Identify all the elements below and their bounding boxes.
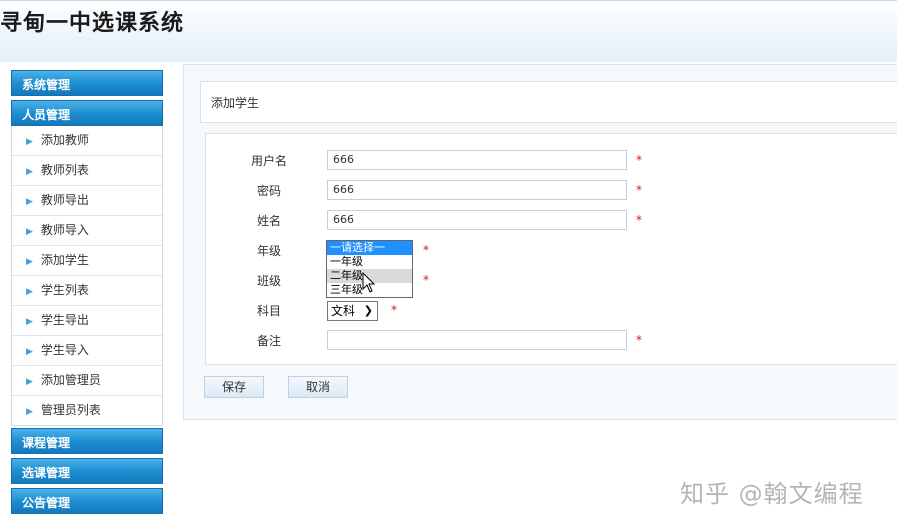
- sidebar: 系统管理 人员管理 ▶ 添加教师 ▶ 教师列表 ▶ 教师导出 ▶ 教师导入 ▶ 添加学生 …: [11, 70, 163, 518]
- grade-option-1[interactable]: 一年级: [327, 255, 412, 269]
- page-title: 添加学生: [200, 81, 897, 123]
- password-field[interactable]: 666: [327, 180, 627, 200]
- sidebar-item-label: 管理员列表: [40, 403, 101, 417]
- note-label: 备注: [256, 334, 281, 348]
- subject-select-value: 文科: [331, 304, 356, 318]
- chevron-right-icon: ▶: [26, 287, 33, 297]
- required-mark: *: [391, 303, 397, 317]
- form-row-name: 姓名 666 *: [206, 210, 886, 232]
- sidebar-item-label: 添加管理员: [40, 373, 101, 387]
- chevron-right-icon: ▶: [26, 407, 33, 417]
- required-mark: *: [423, 243, 429, 257]
- name-label: 姓名: [256, 214, 281, 228]
- cancel-button[interactable]: 取消: [288, 376, 348, 398]
- sidebar-item-add-admin[interactable]: ▶ 添加管理员: [12, 365, 162, 395]
- main-content: 添加学生 用户名 666 * 密码 666 * 姓名 666 * 年级 * 班级…: [183, 64, 897, 420]
- name-field[interactable]: 666: [327, 210, 627, 230]
- sidebar-item-label: 教师列表: [40, 163, 89, 177]
- note-field[interactable]: [327, 330, 627, 350]
- sidebar-item-label: 教师导出: [40, 193, 89, 207]
- save-button[interactable]: 保存: [204, 376, 264, 398]
- username-field[interactable]: 666: [327, 150, 627, 170]
- username-label: 用户名: [250, 154, 287, 168]
- sidebar-item-label: 学生导出: [40, 313, 89, 327]
- required-mark: *: [423, 273, 429, 287]
- header-banner: 寻甸一中选课系统: [0, 0, 897, 62]
- grade-option-placeholder[interactable]: 一请选择一: [327, 241, 412, 255]
- sidebar-item-teacher-list[interactable]: ▶ 教师列表: [12, 155, 162, 185]
- sidebar-group-personnel[interactable]: 人员管理: [11, 100, 163, 126]
- chevron-right-icon: ▶: [26, 317, 33, 327]
- chevron-right-icon: ▶: [26, 137, 33, 147]
- required-mark: *: [636, 213, 642, 227]
- sidebar-item-label: 学生导入: [40, 343, 89, 357]
- sidebar-item-label: 添加学生: [40, 253, 89, 267]
- chevron-right-icon: ▶: [26, 197, 33, 207]
- mouse-pointer-icon: [362, 272, 376, 293]
- sidebar-item-student-export[interactable]: ▶ 学生导出: [12, 305, 162, 335]
- sidebar-item-label: 教师导入: [40, 223, 89, 237]
- sidebar-item-teacher-export[interactable]: ▶ 教师导出: [12, 185, 162, 215]
- sidebar-item-label: 学生列表: [40, 283, 89, 297]
- sidebar-item-teacher-import[interactable]: ▶ 教师导入: [12, 215, 162, 245]
- sidebar-submenu-personnel: ▶ 添加教师 ▶ 教师列表 ▶ 教师导出 ▶ 教师导入 ▶ 添加学生 ▶ 学生列表 ▶ 学生导…: [11, 126, 163, 426]
- chevron-right-icon: ▶: [26, 377, 33, 387]
- required-mark: *: [636, 153, 642, 167]
- sidebar-item-label: 添加教师: [40, 133, 89, 147]
- sidebar-item-add-teacher[interactable]: ▶ 添加教师: [12, 126, 162, 155]
- sidebar-item-student-list[interactable]: ▶ 学生列表: [12, 275, 162, 305]
- add-student-form: 用户名 666 * 密码 666 * 姓名 666 * 年级 * 班级 * 科目…: [205, 133, 897, 365]
- subject-select[interactable]: 文科 ❯: [327, 301, 378, 321]
- grade-label: 年级: [256, 244, 281, 258]
- chevron-right-icon: ▶: [26, 257, 33, 267]
- sidebar-item-admin-list[interactable]: ▶ 管理员列表: [12, 395, 162, 425]
- sidebar-group-courses[interactable]: 课程管理: [11, 428, 163, 454]
- form-row-note: 备注 *: [206, 330, 886, 352]
- watermark: 知乎 @翰文编程: [680, 480, 864, 508]
- sidebar-item-student-import[interactable]: ▶ 学生导入: [12, 335, 162, 365]
- subject-label: 科目: [256, 304, 281, 318]
- form-row-username: 用户名 666 *: [206, 150, 886, 172]
- required-mark: *: [636, 333, 642, 347]
- form-row-grade: 年级 *: [206, 240, 886, 262]
- chevron-down-icon: ❯: [363, 304, 373, 317]
- sidebar-group-system[interactable]: 系统管理: [11, 70, 163, 96]
- sidebar-group-selection[interactable]: 选课管理: [11, 458, 163, 484]
- chevron-right-icon: ▶: [26, 347, 33, 357]
- form-row-subject: 科目 文科 ❯ *: [206, 300, 886, 322]
- password-label: 密码: [256, 184, 281, 198]
- form-row-class: 班级 *: [206, 270, 886, 292]
- sidebar-group-notices[interactable]: 公告管理: [11, 488, 163, 514]
- sidebar-item-add-student[interactable]: ▶ 添加学生: [12, 245, 162, 275]
- chevron-right-icon: ▶: [26, 227, 33, 237]
- form-row-password: 密码 666 *: [206, 180, 886, 202]
- chevron-right-icon: ▶: [26, 167, 33, 177]
- required-mark: *: [636, 183, 642, 197]
- class-label: 班级: [256, 274, 281, 288]
- site-title: 寻甸一中选课系统: [0, 11, 185, 36]
